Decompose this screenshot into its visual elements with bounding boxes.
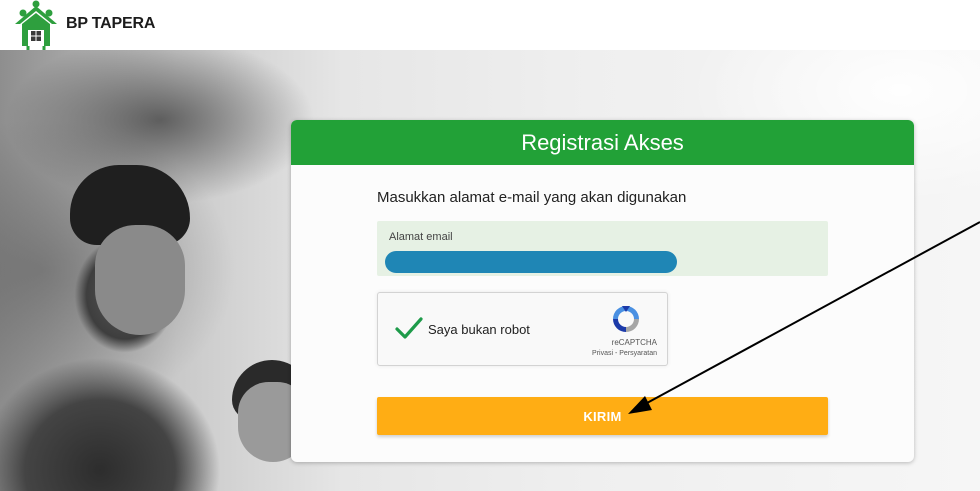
email-field-group: Alamat email xyxy=(377,221,828,276)
registration-card: Registrasi Akses Masukkan alamat e-mail … xyxy=(291,120,914,462)
brand-name: BP TAPERA xyxy=(66,15,156,32)
email-instruction: Masukkan alamat e-mail yang akan digunak… xyxy=(377,189,687,206)
checkmark-icon[interactable] xyxy=(394,313,424,343)
captcha-label: Saya bukan robot xyxy=(428,322,530,337)
background-person-face xyxy=(95,225,185,335)
recaptcha-icon xyxy=(613,306,639,332)
recaptcha-widget[interactable]: Saya bukan robot reCAPTCHA Privasi - Per… xyxy=(377,292,668,366)
captcha-brand: reCAPTCHA xyxy=(611,338,657,347)
email-input[interactable] xyxy=(385,251,677,273)
submit-button[interactable]: KIRIM xyxy=(377,397,828,435)
email-label: Alamat email xyxy=(389,231,453,243)
card-title: Registrasi Akses xyxy=(291,120,914,165)
top-header: BP TAPERA xyxy=(0,0,980,50)
captcha-links[interactable]: Privasi - Persyaratan xyxy=(592,350,657,357)
house-people-logo-icon[interactable] xyxy=(11,0,61,50)
